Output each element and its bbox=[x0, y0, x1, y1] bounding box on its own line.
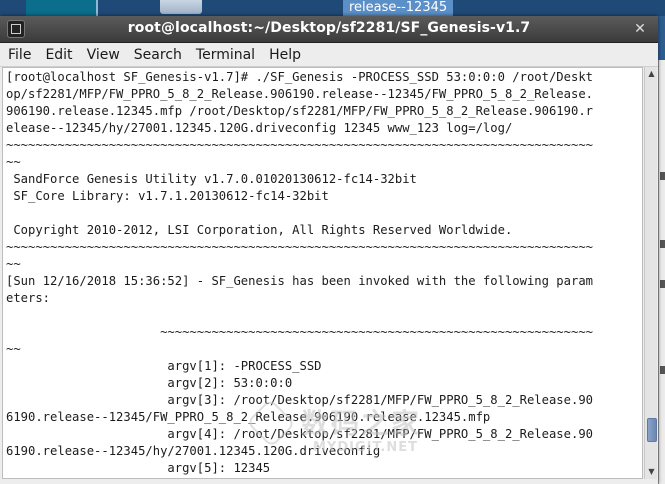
terminal-line: SF_Core Library: v1.7.1.20130612-fc14-32… bbox=[6, 189, 329, 203]
scroll-up-arrow-icon[interactable]: ▲ bbox=[646, 68, 657, 80]
scroll-down-arrow-icon[interactable]: ▼ bbox=[646, 466, 657, 478]
background-window-edge bbox=[658, 60, 665, 484]
terminal-line: ~~ bbox=[6, 257, 21, 271]
vertical-scrollbar[interactable]: ▲ ▼ bbox=[644, 67, 657, 479]
terminal-line: ~~~~~~~~~~~~~~~~~~~~~~~~~~~~~~~~~~~~~~~~… bbox=[6, 138, 593, 152]
scrollbar-thumb[interactable] bbox=[647, 417, 657, 442]
desktop-icon-label[interactable]: release--12345 bbox=[343, 0, 454, 16]
menu-view[interactable]: View bbox=[79, 47, 126, 63]
desktop-top-strip bbox=[0, 0, 665, 16]
terminal-line: op/sf2281/MFP/FW_PPRO_5_8_2_Release.9061… bbox=[6, 87, 593, 101]
background-window-mark bbox=[660, 366, 665, 374]
menu-edit[interactable]: Edit bbox=[37, 47, 78, 63]
desktop-screen: release--12345 root@localhost:~/Desktop/… bbox=[0, 0, 665, 484]
background-window-mark bbox=[660, 280, 665, 288]
terminal-line: argv[2]: 53:0:0:0 bbox=[6, 376, 293, 390]
desktop-app-icon[interactable] bbox=[26, 0, 98, 16]
terminal-line: eters: bbox=[6, 291, 51, 305]
terminal-line: argv[4]: /root/Desktop/sf2281/MFP/FW_PPR… bbox=[6, 427, 593, 441]
menu-terminal[interactable]: Terminal bbox=[188, 47, 261, 63]
menu-help[interactable]: Help bbox=[261, 47, 307, 63]
window-title: root@localhost:~/Desktop/sf2281/SF_Genes… bbox=[127, 20, 531, 36]
menu-file[interactable]: File bbox=[0, 47, 37, 63]
terminal-line: SandForce Genesis Utility v1.7.0.0102013… bbox=[6, 172, 417, 186]
terminal-line: elease--12345/hy/27001.12345.120G.drivec… bbox=[6, 121, 513, 135]
terminal-line: 6190.release--12345/hy/27001.12345.120G.… bbox=[6, 444, 381, 458]
background-window-mark bbox=[660, 172, 665, 180]
terminal-line: argv[3]: /root/Desktop/sf2281/MFP/FW_PPR… bbox=[6, 393, 593, 407]
terminal-line: argv[5]: 12345 bbox=[6, 461, 271, 475]
terminal-line: 6190.release--12345/FW_PPRO_5_8_2_Releas… bbox=[6, 410, 491, 424]
terminal-text: [root@localhost SF_Genesis-v1.7]# ./SF_G… bbox=[6, 69, 593, 477]
terminal-line: ~~~~~~~~~~~~~~~~~~~~~~~~~~~~~~~~~~~~~~~~… bbox=[6, 240, 593, 254]
close-button[interactable]: ✕ bbox=[632, 21, 648, 37]
menu-bar: File Edit View Search Terminal Help bbox=[0, 43, 658, 67]
terminal-line: ~~ bbox=[6, 155, 21, 169]
terminal-window: root@localhost:~/Desktop/sf2281/SF_Genes… bbox=[0, 16, 658, 484]
title-bar[interactable]: root@localhost:~/Desktop/sf2281/SF_Genes… bbox=[0, 16, 658, 43]
terminal-line: [Sun 12/16/2018 15:36:52] - SF_Genesis h… bbox=[6, 274, 593, 288]
background-window-mark bbox=[660, 240, 665, 248]
terminal-line: ~~ bbox=[6, 342, 21, 356]
terminal-line: argv[1]: -PROCESS_SSD bbox=[6, 359, 322, 373]
terminal-output[interactable]: [root@localhost SF_Genesis-v1.7]# ./SF_G… bbox=[2, 67, 643, 479]
terminal-line: Copyright 2010-2012, LSI Corporation, Al… bbox=[6, 223, 513, 237]
menu-search[interactable]: Search bbox=[126, 47, 188, 63]
terminal-line: [root@localhost SF_Genesis-v1.7]# ./SF_G… bbox=[6, 70, 593, 84]
folder-icon[interactable] bbox=[160, 0, 202, 14]
terminal-line: 906190.release.12345.mfp /root/Desktop/s… bbox=[6, 104, 593, 118]
terminal-line: ~~~~~~~~~~~~~~~~~~~~~~~~~~~~~~~~~~~~~~~~… bbox=[6, 325, 593, 339]
